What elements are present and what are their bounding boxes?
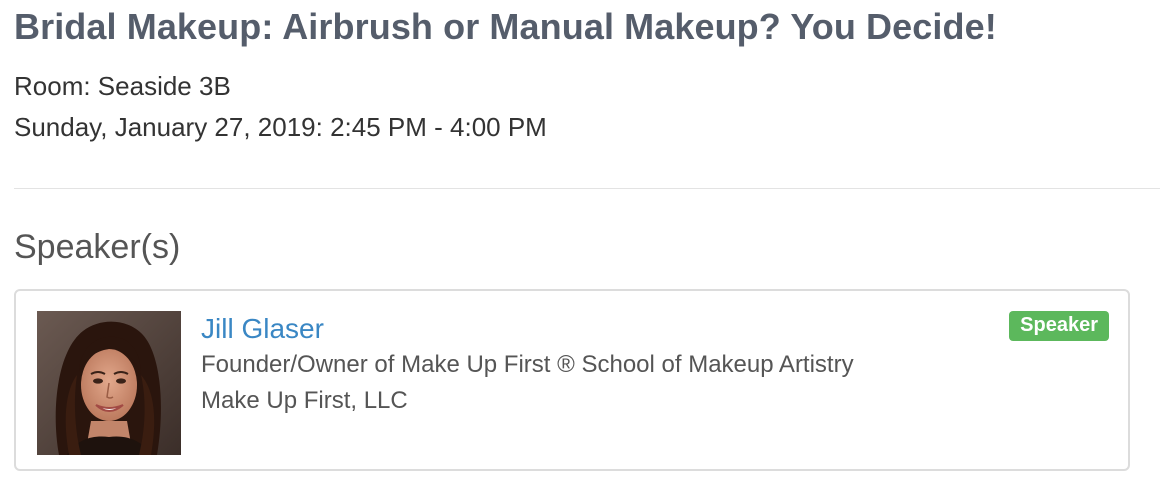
speakers-heading: Speaker(s) bbox=[14, 228, 181, 266]
speaker-card: Jill Glaser Founder/Owner of Make Up Fir… bbox=[14, 289, 1130, 471]
session-title: Bridal Makeup: Airbrush or Manual Makeup… bbox=[14, 6, 997, 47]
speaker-name-link[interactable]: Jill Glaser bbox=[201, 313, 324, 345]
speaker-company: Make Up First, LLC bbox=[201, 387, 408, 414]
speaker-avatar[interactable] bbox=[37, 311, 181, 455]
session-room: Room: Seaside 3B bbox=[14, 71, 231, 101]
speaker-role-badge: Speaker bbox=[1009, 311, 1109, 341]
speaker-title: Founder/Owner of Make Up First ® School … bbox=[201, 351, 854, 378]
speaker-photo bbox=[37, 311, 181, 455]
section-divider bbox=[14, 188, 1160, 189]
session-datetime: Sunday, January 27, 2019: 2:45 PM - 4:00… bbox=[14, 112, 547, 142]
